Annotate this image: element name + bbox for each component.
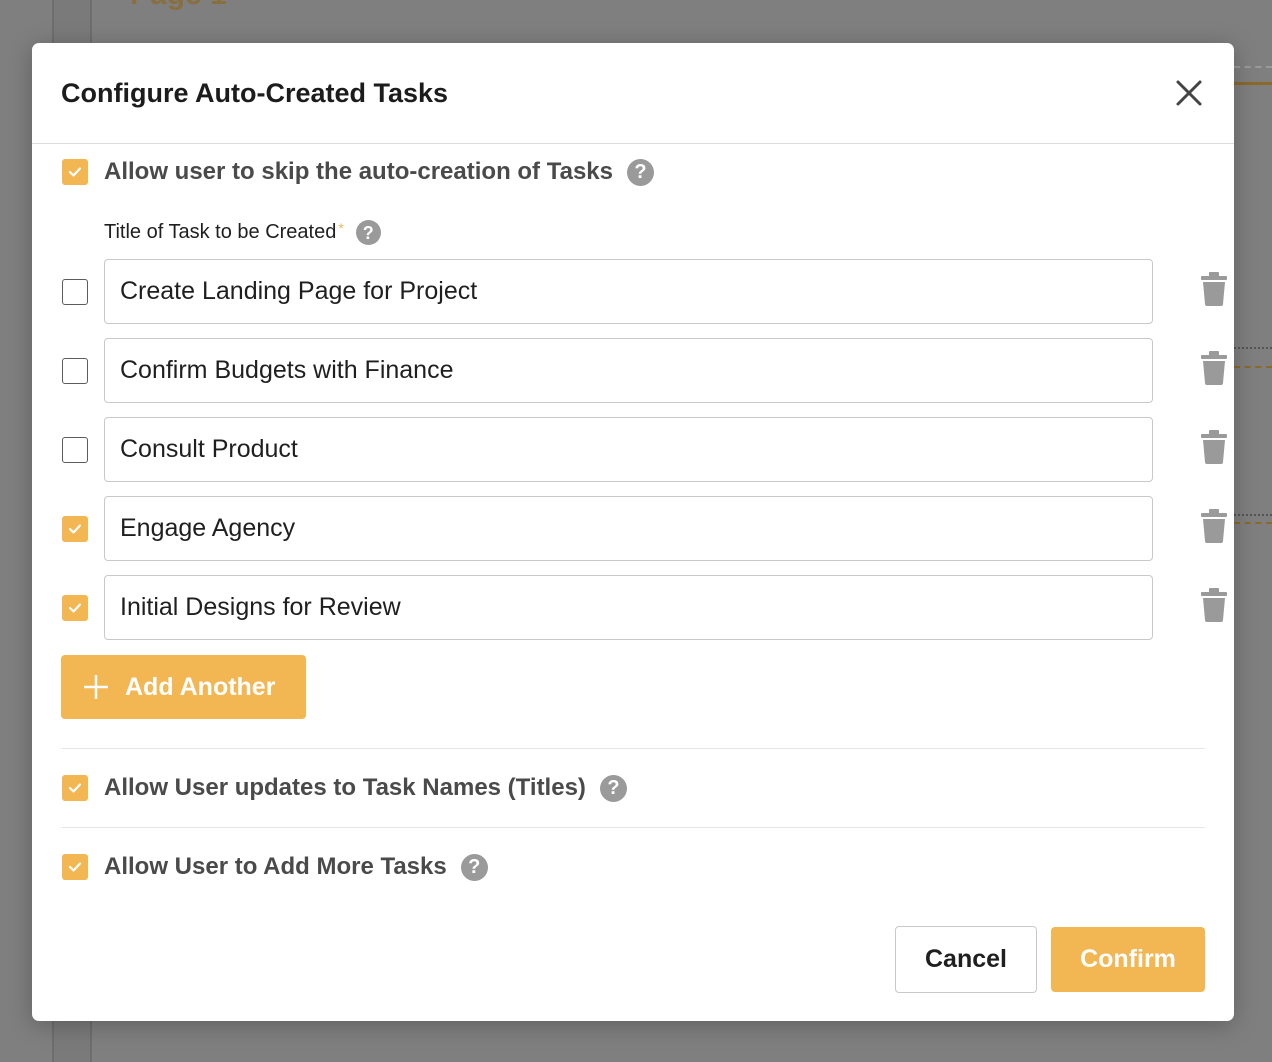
checkmark-icon — [68, 862, 82, 872]
task-title-input[interactable] — [104, 417, 1153, 482]
checkmark-icon — [68, 783, 82, 793]
task-checkbox[interactable] — [62, 357, 88, 384]
allow-add-more-label: Allow User to Add More Tasks — [104, 853, 447, 880]
close-button[interactable] — [1173, 77, 1205, 109]
help-icon[interactable]: ? — [626, 158, 654, 186]
divider — [61, 748, 1205, 749]
allow-title-updates-checkbox[interactable] — [62, 775, 88, 801]
skip-auto-creation-label: Allow user to skip the auto-creation of … — [104, 158, 613, 185]
background-connector — [1234, 514, 1272, 516]
option-allow-title-updates: Allow User updates to Task Names (Titles… — [62, 774, 627, 802]
background-connector — [1234, 522, 1272, 524]
help-icon[interactable]: ? — [355, 220, 381, 245]
task-title-input[interactable] — [104, 259, 1153, 324]
background-connector — [1234, 366, 1272, 368]
allow-title-updates-label: Allow User updates to Task Names (Titles… — [104, 774, 586, 801]
option-allow-add-more: Allow User to Add More Tasks ? — [62, 853, 488, 881]
add-another-button[interactable]: Add Another — [61, 655, 306, 719]
option-skip-auto-creation: Allow user to skip the auto-creation of … — [62, 158, 654, 186]
checkmark-icon — [68, 167, 82, 177]
background-page-heading: Page 1 — [130, 0, 227, 12]
task-title-input[interactable] — [104, 496, 1153, 561]
background-connector — [1234, 82, 1272, 85]
checkmark-icon — [68, 602, 82, 613]
help-icon[interactable]: ? — [460, 853, 488, 881]
background-connector — [1234, 66, 1272, 68]
task-checkbox[interactable] — [62, 436, 88, 463]
trash-icon[interactable] — [1201, 588, 1227, 622]
background-connector — [1234, 347, 1272, 349]
plus-icon — [84, 675, 108, 699]
skip-auto-creation-checkbox[interactable] — [62, 159, 88, 185]
task-title-input[interactable] — [104, 575, 1153, 640]
trash-icon[interactable] — [1201, 430, 1227, 464]
modal-title: Configure Auto-Created Tasks — [61, 77, 449, 108]
task-row — [62, 496, 1227, 561]
task-title-input[interactable] — [104, 338, 1153, 403]
close-icon — [1176, 80, 1202, 106]
trash-icon[interactable] — [1201, 509, 1227, 543]
configure-tasks-modal: Configure Auto-Created Tasks Allow user … — [32, 43, 1234, 1021]
cancel-button[interactable]: Cancel — [895, 926, 1037, 993]
task-title-label-text: Title of Task to be Created — [104, 221, 337, 243]
task-row — [62, 338, 1227, 403]
add-another-label: Add Another — [125, 672, 276, 701]
required-marker: * — [338, 219, 344, 236]
task-row — [62, 575, 1227, 640]
task-checkbox[interactable] — [62, 594, 88, 621]
allow-add-more-checkbox[interactable] — [62, 854, 88, 880]
help-icon[interactable]: ? — [599, 774, 627, 802]
confirm-button[interactable]: Confirm — [1051, 927, 1205, 992]
trash-icon[interactable] — [1201, 272, 1227, 306]
task-row — [62, 259, 1227, 324]
task-checkbox[interactable] — [62, 515, 88, 542]
task-row — [62, 417, 1227, 482]
task-title-field-label: Title of Task to be Created * ? — [104, 220, 381, 245]
trash-icon[interactable] — [1201, 351, 1227, 385]
divider — [61, 827, 1205, 828]
modal-header: Configure Auto-Created Tasks — [32, 43, 1234, 144]
task-checkbox[interactable] — [62, 278, 88, 305]
checkmark-icon — [68, 523, 82, 534]
